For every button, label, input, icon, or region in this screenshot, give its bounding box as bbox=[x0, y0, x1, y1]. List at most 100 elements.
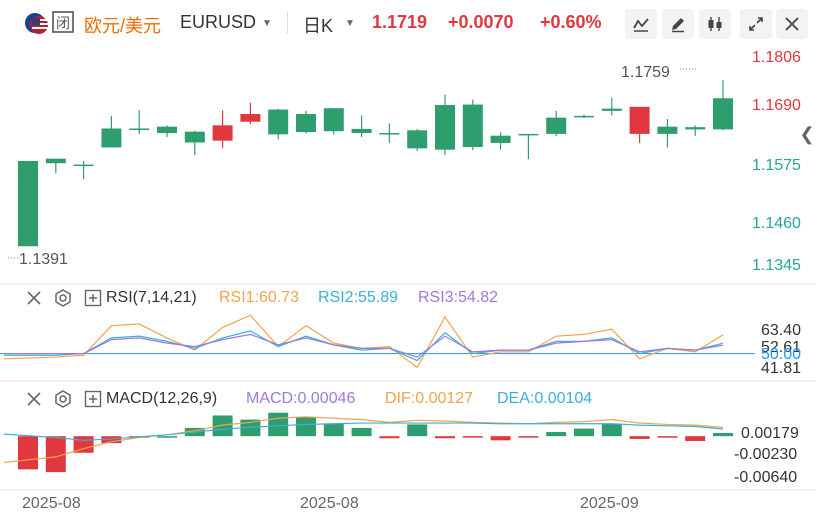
candle-body bbox=[379, 132, 400, 135]
macd-bar bbox=[490, 436, 511, 441]
symbol-label[interactable]: EURUSD bbox=[180, 12, 256, 33]
candle-body bbox=[601, 108, 622, 111]
candle-body bbox=[157, 126, 177, 133]
high-price-label: 1.1759 bbox=[621, 64, 670, 81]
y-tick-2: 1.1575 bbox=[752, 157, 801, 174]
macd-bar bbox=[685, 436, 706, 442]
candle-type-icon bbox=[708, 17, 722, 31]
rsi-tick-0: 63.40 bbox=[761, 322, 802, 339]
dif-line bbox=[3, 416, 724, 464]
macd-title: MACD(12,26,9) bbox=[106, 390, 218, 407]
rsi-settings-icon[interactable] bbox=[53, 288, 73, 308]
macd-close-icon[interactable] bbox=[25, 390, 43, 408]
candle-body bbox=[435, 105, 455, 150]
macd-bar bbox=[351, 427, 372, 437]
candle-body bbox=[490, 135, 511, 143]
macd-bar bbox=[657, 436, 678, 438]
price-change-percent: +0.60% bbox=[540, 12, 602, 32]
eur-usd-flag-icon bbox=[25, 13, 48, 34]
candle-body bbox=[574, 115, 594, 118]
rsi2-label: RSI2:55.89 bbox=[318, 289, 399, 306]
period-label[interactable]: 日K bbox=[303, 12, 333, 38]
candle-body bbox=[657, 126, 678, 134]
candle-body bbox=[407, 130, 428, 149]
macd-bar bbox=[546, 432, 567, 437]
y-tick-3: 1.1460 bbox=[752, 215, 801, 232]
macd-tick-0: 0.00179 bbox=[741, 425, 799, 442]
pencil-button[interactable] bbox=[662, 9, 694, 39]
macd-settings-icon[interactable] bbox=[53, 389, 73, 409]
macd-bar bbox=[435, 436, 455, 439]
candle-type-button[interactable] bbox=[699, 9, 731, 39]
rsi-close-icon[interactable] bbox=[25, 289, 43, 307]
close-market-icon: 闭 bbox=[52, 11, 74, 33]
rsi-expand-icon[interactable] bbox=[84, 289, 102, 307]
line-draw-button[interactable] bbox=[625, 9, 657, 39]
pair-label[interactable]: 欧元/美元 bbox=[84, 12, 161, 38]
y-tick-4: 1.1345 bbox=[752, 257, 801, 274]
fullscreen-button[interactable] bbox=[740, 9, 772, 39]
macd-bar bbox=[240, 419, 261, 437]
symbol-dropdown-icon[interactable]: ▼ bbox=[262, 18, 272, 29]
candle-body bbox=[73, 164, 94, 167]
rsi1-label: RSI1:60.73 bbox=[219, 289, 300, 306]
macd-bar bbox=[45, 436, 66, 473]
y-tick-1: 1.1690 bbox=[752, 97, 801, 114]
candle-body bbox=[45, 158, 66, 164]
rsi-series-line bbox=[4, 333, 724, 358]
macd-tick-1: -0.00230 bbox=[734, 446, 798, 463]
macd-bar bbox=[379, 436, 400, 439]
macd-bar bbox=[18, 436, 38, 470]
candle-body bbox=[713, 98, 733, 130]
svg-text:闭: 闭 bbox=[56, 15, 70, 31]
rsi3-label: RSI3:54.82 bbox=[418, 289, 499, 306]
x-tick-0: 2025-08 bbox=[22, 495, 81, 512]
pencil-icon bbox=[672, 18, 684, 33]
macd-bar bbox=[462, 436, 483, 438]
macd-bar bbox=[713, 433, 733, 437]
collapse-side-panel-icon[interactable]: ❮ bbox=[798, 114, 816, 154]
rsi-tick-3: 41.81 bbox=[761, 360, 802, 377]
dea-line bbox=[3, 422, 724, 441]
rsi-title: RSI(7,14,21) bbox=[106, 289, 197, 306]
candle-body bbox=[184, 131, 205, 143]
candle-body bbox=[546, 117, 567, 134]
macd-bar bbox=[323, 423, 344, 437]
current-price: 1.1719 bbox=[372, 12, 428, 32]
candle-body bbox=[462, 104, 483, 147]
line-draw-icon bbox=[633, 18, 649, 32]
dea-label: DEA:0.00104 bbox=[497, 390, 593, 407]
close-button[interactable] bbox=[776, 9, 808, 39]
candle-body bbox=[685, 127, 706, 130]
macd-bar bbox=[101, 436, 122, 444]
low-price-label: 1.1391 bbox=[19, 251, 68, 268]
candle-body bbox=[629, 106, 650, 134]
macd-value-label: MACD:0.00046 bbox=[246, 390, 356, 407]
candle-body bbox=[240, 114, 261, 122]
y-tick-0: 1.1806 bbox=[752, 49, 801, 66]
macd-bar bbox=[407, 424, 428, 437]
candle-body bbox=[518, 133, 539, 136]
price-change: +0.0070 bbox=[448, 12, 514, 32]
candle-body bbox=[101, 128, 122, 148]
candle-body bbox=[296, 114, 316, 133]
macd-bar bbox=[601, 423, 622, 437]
macd-bar bbox=[184, 427, 205, 437]
candle-body bbox=[323, 108, 344, 132]
candle-body bbox=[129, 128, 150, 130]
header-divider bbox=[287, 12, 288, 34]
macd-expand-icon[interactable] bbox=[84, 390, 102, 408]
rsi-series-line bbox=[4, 330, 724, 362]
dif-label: DIF:0.00127 bbox=[385, 390, 474, 407]
chart-header: 闭 欧元/美元 EURUSD ▼ 日K ▼ 1.1719 +0.0070 +0.… bbox=[0, 0, 816, 46]
candlestick-chart[interactable] bbox=[0, 0, 816, 520]
macd-bar bbox=[296, 416, 316, 437]
macd-bar bbox=[129, 436, 150, 438]
macd-bar bbox=[629, 436, 650, 439]
macd-tick-2: -0.00640 bbox=[734, 469, 798, 486]
candle-body bbox=[18, 160, 38, 247]
macd-bar bbox=[518, 436, 539, 438]
close-icon bbox=[785, 17, 799, 31]
period-dropdown-icon[interactable]: ▼ bbox=[345, 18, 355, 29]
candle-body bbox=[212, 125, 233, 141]
